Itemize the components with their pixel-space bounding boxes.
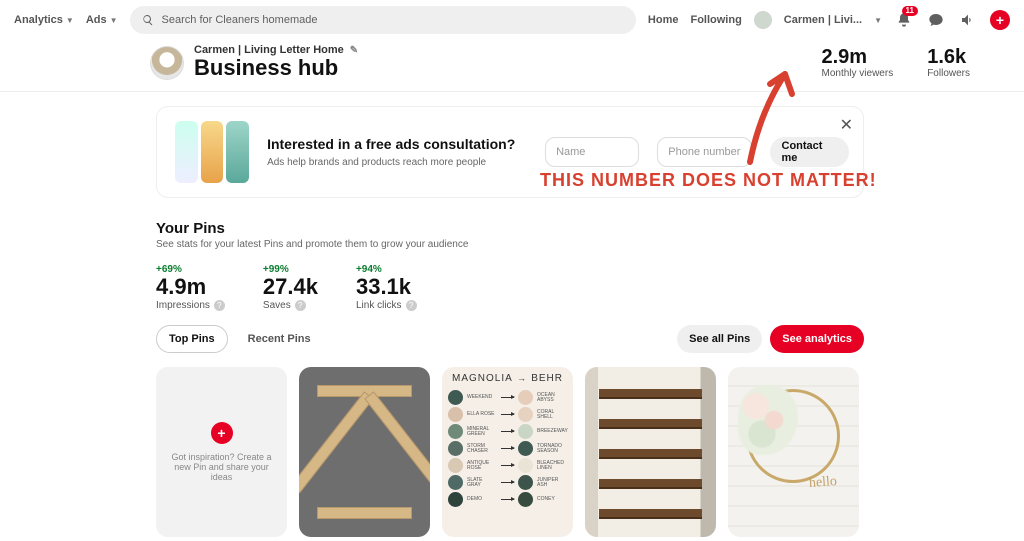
plus-icon: + <box>211 422 233 444</box>
phone-field[interactable]: Phone number <box>657 137 751 167</box>
stats-row: +69% 4.9m Impressions? +99% 27.4k Saves?… <box>156 264 864 311</box>
pin-card[interactable]: MAGNOLIA→BEHR WEEKENDOCEAN ABYSSELLA ROS… <box>442 367 573 537</box>
promo-thumbs <box>175 121 249 183</box>
chevron-down-icon: ▼ <box>110 16 118 25</box>
pin-card[interactable]: hello <box>728 367 859 537</box>
messages-icon[interactable] <box>926 10 946 30</box>
top-nav: Analytics▼ Ads▼ Search for Cleaners home… <box>0 0 1024 40</box>
home-link[interactable]: Home <box>648 14 679 26</box>
linkclicks-stat: +94% 33.1k Link clicks? <box>356 264 417 311</box>
analytics-menu[interactable]: Analytics▼ <box>14 14 74 26</box>
search-input[interactable]: Search for Cleaners homemade <box>130 6 636 34</box>
help-icon[interactable]: ? <box>214 300 225 311</box>
profile-avatar[interactable] <box>150 46 184 80</box>
pin-card[interactable] <box>299 367 430 537</box>
pin-card[interactable] <box>585 367 716 537</box>
followers-stat: 1.6k Followers <box>927 46 970 79</box>
nav-right: Home Following Carmen | Livi... ▼ 11 + <box>648 10 1010 30</box>
close-icon[interactable]: ✕ <box>840 115 853 135</box>
search-placeholder: Search for Cleaners homemade <box>162 14 318 26</box>
updates-icon[interactable] <box>958 10 978 30</box>
edit-icon[interactable]: ✎ <box>350 45 358 56</box>
see-analytics-button[interactable]: See analytics <box>770 325 864 353</box>
pin-grid: + Got inspiration? Create a new Pin and … <box>156 367 864 537</box>
user-menu[interactable]: Carmen | Livi... <box>784 14 862 26</box>
create-pin-card[interactable]: + Got inspiration? Create a new Pin and … <box>156 367 287 537</box>
promo-heading: Interested in a free ads consultation? <box>267 136 527 154</box>
see-all-pins-button[interactable]: See all Pins <box>677 325 762 353</box>
name-field[interactable]: Name <box>545 137 639 167</box>
ads-promo-card: Interested in a free ads consultation? A… <box>156 106 864 198</box>
tab-top-pins[interactable]: Top Pins <box>156 325 228 353</box>
your-pins-title: Your Pins <box>156 220 864 237</box>
avatar-icon[interactable] <box>754 11 772 29</box>
notif-badge: 11 <box>902 6 918 16</box>
search-icon <box>142 14 154 26</box>
chevron-down-icon[interactable]: ▼ <box>874 16 882 25</box>
page-header: Carmen | Living Letter Home✎ Business hu… <box>0 40 1024 92</box>
tab-recent-pins[interactable]: Recent Pins <box>236 325 323 353</box>
following-link[interactable]: Following <box>690 14 741 26</box>
chevron-down-icon: ▼ <box>66 16 74 25</box>
saves-stat: +99% 27.4k Saves? <box>263 264 318 311</box>
help-icon[interactable]: ? <box>406 300 417 311</box>
page-title: Business hub <box>194 55 358 81</box>
your-pins-sub: See stats for your latest Pins and promo… <box>156 239 864 250</box>
pins-tabs: Top Pins Recent Pins See all Pins See an… <box>156 325 864 353</box>
impressions-stat: +69% 4.9m Impressions? <box>156 264 225 311</box>
contact-me-button[interactable]: Contact me <box>770 137 849 167</box>
create-button[interactable]: + <box>990 10 1010 30</box>
help-icon[interactable]: ? <box>295 300 306 311</box>
notifications-icon[interactable]: 11 <box>894 10 914 30</box>
ads-menu[interactable]: Ads▼ <box>86 14 118 26</box>
promo-sub: Ads help brands and products reach more … <box>267 157 527 168</box>
monthly-viewers-stat: 2.9m Monthly viewers <box>822 46 894 79</box>
create-pin-text: Got inspiration? Create a new Pin and sh… <box>168 452 275 482</box>
